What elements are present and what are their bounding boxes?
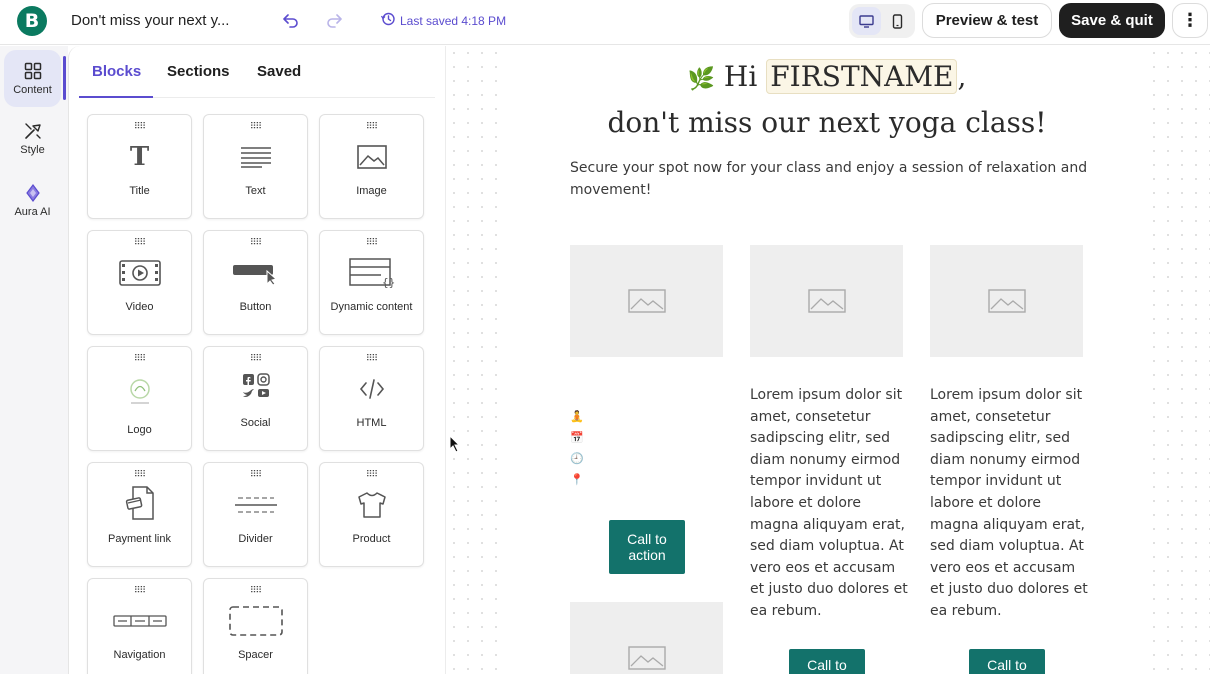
call-to-action-button[interactable]: Call to [969,649,1045,674]
last-saved-status: Last saved 4:18 PM [380,12,506,29]
device-toggle [849,4,915,38]
document-title[interactable]: Don't miss your next y... [71,12,229,29]
calendar-icon: 📅 [570,432,584,444]
drag-handle-icon[interactable]: ⠿⠿ [204,122,307,131]
social-icon [204,369,307,405]
firstname-merge-tag[interactable]: FIRSTNAME [766,59,958,94]
video-icon [88,255,191,291]
block-divider[interactable]: ⠿⠿ Divider [203,462,308,567]
event-details-list[interactable]: 🧘 📅 🕘 📍 [570,409,584,489]
headline[interactable]: don't miss our next yoga class! [503,106,1151,139]
more-options-button[interactable]: ⋮ [1172,3,1208,38]
block-image[interactable]: ⠿⠿ Image [319,114,424,219]
block-dynamic-content[interactable]: ⠿⠿ {} Dynamic content [319,230,424,335]
block-product[interactable]: ⠿⠿ Product [319,462,424,567]
desktop-view-button[interactable] [852,7,881,35]
drag-handle-icon[interactable]: ⠿⠿ [204,354,307,363]
image-icon [987,289,1026,313]
blocks-panel: Blocks Sections Saved ⠿⠿ T Title ⠿⠿ Text… [68,46,446,674]
top-bar: B Don't miss your next y... Last saved 4… [0,0,1210,45]
email-preview: 🌿 Hi FIRSTNAME, don't miss our next yoga… [503,46,1151,674]
image-placeholder[interactable] [570,245,723,357]
pin-icon: 📍 [570,474,584,486]
drag-handle-icon[interactable]: ⠿⠿ [204,586,307,595]
drag-handle-icon[interactable]: ⠿⠿ [320,354,423,363]
tab-active-underline [79,96,153,98]
block-spacer[interactable]: ⠿⠿ Spacer [203,578,308,674]
tab-blocks[interactable]: Blocks [92,63,141,80]
drag-handle-icon[interactable]: ⠿⠿ [88,354,191,363]
image-placeholder[interactable] [750,245,903,357]
text-icon [204,139,307,175]
image-placeholder[interactable] [570,602,723,674]
rail-item-style[interactable]: Style [4,110,61,167]
redo-icon[interactable] [324,11,344,31]
logo-icon [88,373,191,409]
desktop-icon [859,14,874,28]
brand-logo[interactable]: B [17,6,47,36]
block-text[interactable]: ⠿⠿ Text [203,114,308,219]
spacer-icon [204,603,307,639]
drag-handle-icon[interactable]: ⠿⠿ [88,122,191,131]
image-icon [807,289,846,313]
clock-icon: 🕘 [570,453,584,465]
undo-icon[interactable] [281,11,301,31]
divider-icon [204,487,307,523]
call-to-action-button[interactable]: Call to action [609,520,685,574]
history-icon [380,12,395,29]
block-logo[interactable]: ⠿⠿ Logo [87,346,192,451]
save-quit-button[interactable]: Save & quit [1059,3,1165,38]
grid-icon [24,62,41,79]
call-to-action-button[interactable]: Call to [789,649,865,674]
rail-item-aura-ai[interactable]: Aura AI [4,172,61,229]
drag-handle-icon[interactable]: ⠿⠿ [320,122,423,131]
navigation-icon [88,603,191,639]
html-icon [320,371,423,407]
drag-handle-icon[interactable]: ⠿⠿ [204,238,307,247]
product-icon [320,487,423,523]
block-video[interactable]: ⠿⠿ Video [87,230,192,335]
block-title[interactable]: ⠿⠿ T Title [87,114,192,219]
drag-handle-icon[interactable]: ⠿⠿ [88,586,191,595]
panel-tabs: Blocks Sections Saved [79,46,435,98]
drag-handle-icon[interactable]: ⠿⠿ [204,470,307,479]
preview-test-button[interactable]: Preview & test [922,3,1052,38]
block-button[interactable]: ⠿⠿ Button [203,230,308,335]
kebab-icon: ⋮ [1181,10,1199,30]
drag-handle-icon[interactable]: ⠿⠿ [88,238,191,247]
yoga-icon: 🧘 [570,411,584,423]
image-icon [320,139,423,175]
block-payment-link[interactable]: ⠿⠿ Payment link [87,462,192,567]
email-editor-app: B Don't miss your next y... Last saved 4… [0,0,1210,674]
image-placeholder[interactable] [930,245,1083,357]
column-text[interactable]: Lorem ipsum dolor sit amet, consetetur s… [930,385,1090,623]
rail-active-indicator [63,56,66,100]
mobile-icon [892,13,903,29]
leaf-icon: 🌿 [687,67,716,92]
block-html[interactable]: ⠿⠿ HTML [319,346,424,451]
drag-handle-icon[interactable]: ⠿⠿ [320,238,423,247]
drag-handle-icon[interactable]: ⠿⠿ [88,470,191,479]
image-icon [627,289,666,313]
image-icon [627,646,666,670]
block-social[interactable]: ⠿⠿ Social [203,346,308,451]
greeting-title[interactable]: 🌿 Hi FIRSTNAME, [503,59,1151,94]
intro-text[interactable]: Secure your spot now for your class and … [570,157,1090,201]
svg-text:{}: {} [382,276,395,288]
title-icon: T [129,142,150,172]
dynamic-content-icon: {} [320,255,423,291]
tab-sections[interactable]: Sections [167,63,230,80]
brush-icon [24,122,41,139]
left-rail: Content Style Aura AI [0,46,68,674]
payment-link-icon [88,485,191,521]
drag-handle-icon[interactable]: ⠿⠿ [320,470,423,479]
button-icon [204,255,307,291]
mouse-cursor-icon [449,434,461,458]
tab-saved[interactable]: Saved [257,63,301,80]
block-navigation[interactable]: ⠿⠿ Navigation [87,578,192,674]
mobile-view-button[interactable] [883,7,912,35]
sparkle-icon [25,183,40,202]
column-text[interactable]: Lorem ipsum dolor sit amet, consetetur s… [750,385,910,623]
rail-item-content[interactable]: Content [4,50,61,107]
